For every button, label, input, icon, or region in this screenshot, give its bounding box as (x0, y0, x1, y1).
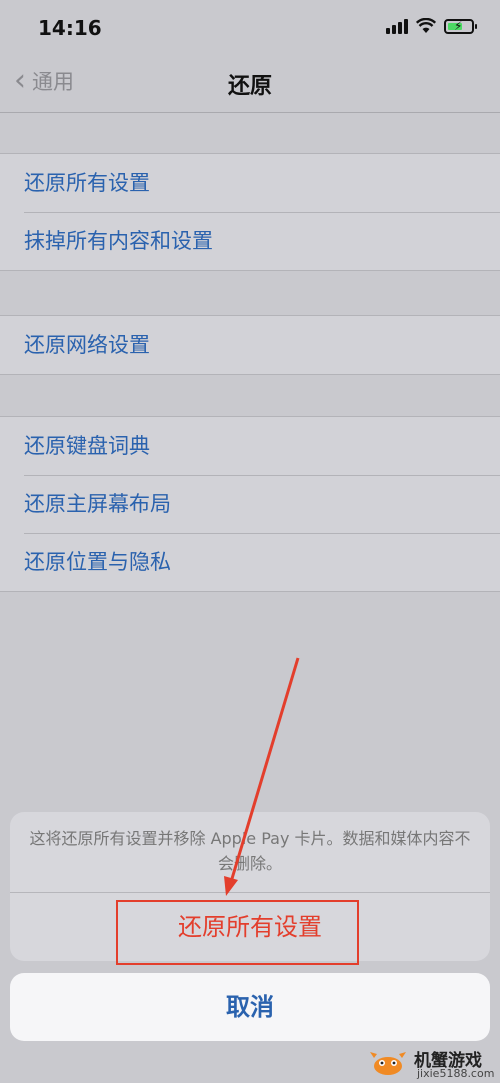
crab-logo-icon (370, 1052, 406, 1075)
watermark-url: jixie5188.com (417, 1067, 495, 1080)
annotation-arrow-icon (224, 657, 300, 896)
screen: 14:16 ⚡ ‹ 通用 还原 还原所有设置 抹掉所有内容和设置 还原网络设置 … (0, 0, 500, 1083)
watermark: 机蟹游戏 jixie5188.com (362, 1042, 500, 1083)
